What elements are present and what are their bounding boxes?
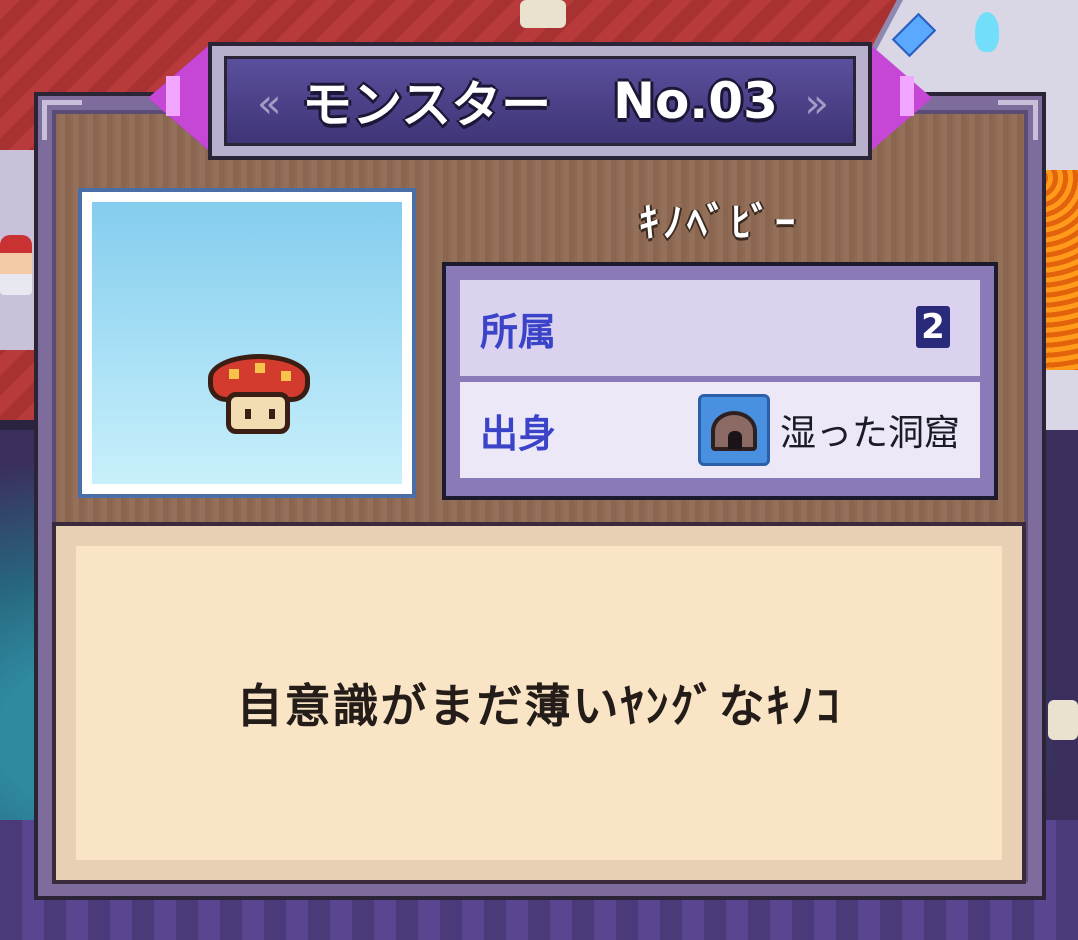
banner-frame: « » モンスター No.03 [208, 42, 872, 160]
cave-icon [697, 394, 770, 466]
cap-spot [255, 363, 265, 373]
origin-text: 湿った洞窟 [779, 413, 960, 454]
title-label: モンスター [302, 76, 552, 134]
blue-flame-icon [975, 12, 999, 52]
monster-portrait [78, 188, 416, 498]
info-table: 所属 2 出身 湿った洞窟 [442, 262, 998, 500]
eye [245, 409, 251, 419]
eye [269, 409, 275, 419]
cave-entrance [727, 431, 742, 449]
npc-character [0, 235, 32, 295]
pot-object [520, 0, 566, 28]
origin-row: 出身 湿った洞窟 [460, 382, 980, 478]
description-box: 自意識がまだ薄いﾔﾝｸﾞなｷﾉｺ [52, 522, 1026, 884]
affiliation-row: 所属 2 [460, 280, 980, 376]
description-text: 自意識がまだ薄いﾔﾝｸﾞなｷﾉｺ [236, 679, 842, 733]
monster-number: No.03 [613, 72, 778, 130]
mushroom-face [226, 392, 290, 434]
page-title: モンスター No.03 [227, 59, 853, 143]
title-banner: « » モンスター No.03 [148, 42, 932, 160]
affiliation-label: 所属 [480, 309, 557, 354]
origin-value: 湿った洞窟 [697, 382, 960, 478]
cap-spot [281, 371, 291, 381]
mushroom-monster-icon [208, 354, 310, 434]
monster-name: ｷﾉﾍﾞﾋﾞｰ [639, 200, 799, 246]
affiliation-value: 2 [916, 306, 950, 348]
cap-spot [229, 369, 239, 379]
banner-body: « » モンスター No.03 [224, 56, 856, 146]
portrait-background [92, 202, 402, 484]
prev-arrow-highlight [166, 76, 180, 116]
origin-label: 出身 [480, 411, 557, 456]
npc-bottom-right [1048, 700, 1078, 740]
next-arrow-highlight [900, 76, 914, 116]
description-inner: 自意識がまだ薄いﾔﾝｸﾞなｷﾉｺ [76, 546, 1002, 860]
